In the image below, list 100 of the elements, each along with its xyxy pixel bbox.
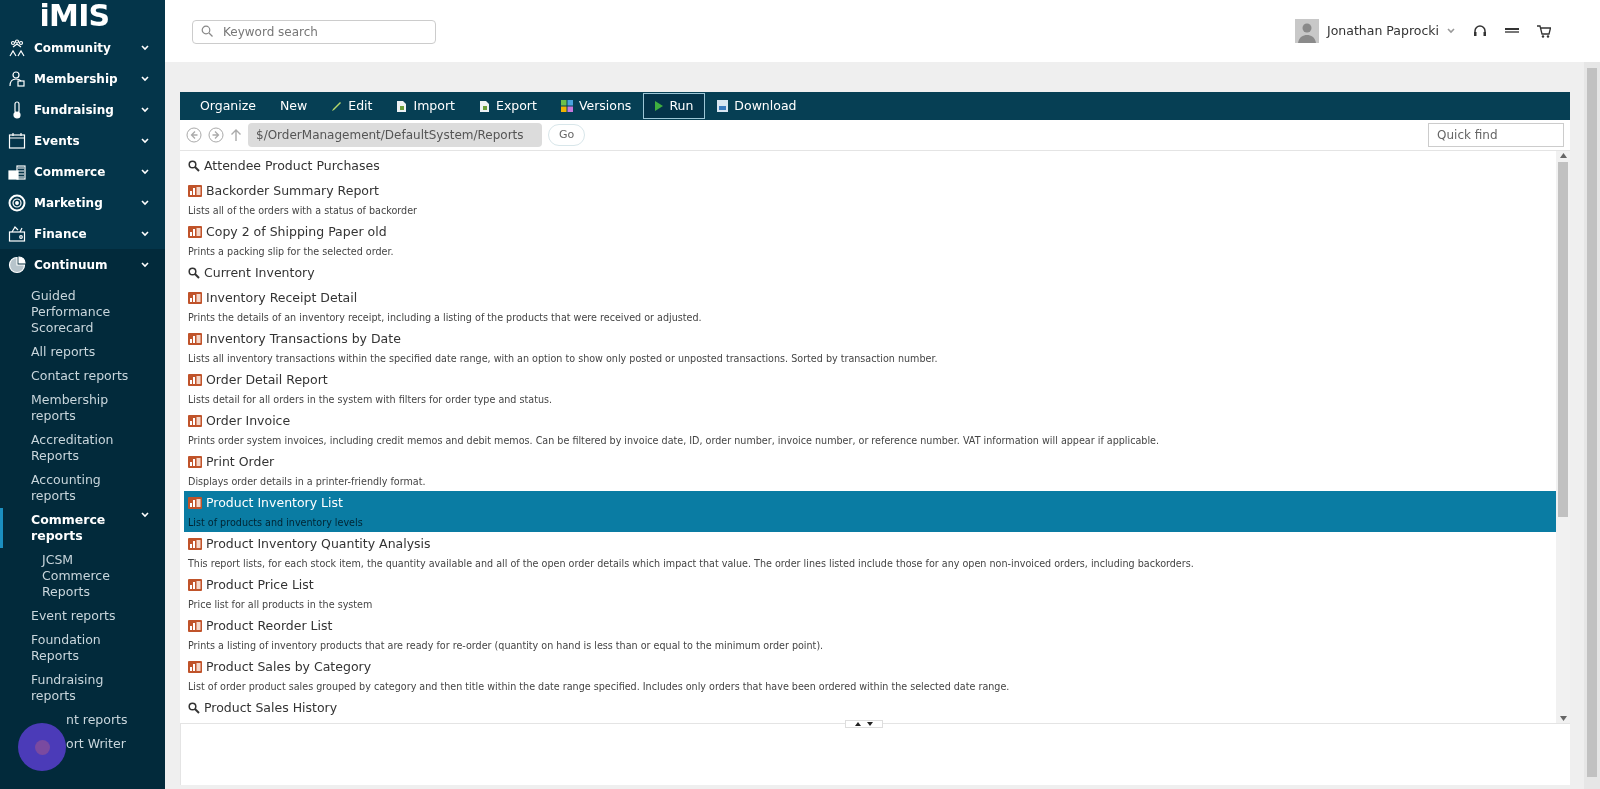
report-row[interactable]: Copy 2 of Shipping Paper old Prints a packing slip for the selected order.	[184, 220, 1556, 261]
nav-subitem[interactable]: Contact reports	[0, 364, 165, 388]
report-row[interactable]: Product Sales by Category List of order product sales grouped by category and then title within the date range specified. Includes only orders that have been ordered within the selected date range.	[184, 655, 1556, 696]
report-title: Product Inventory Quantity Analysis	[206, 534, 431, 553]
report-chart-icon	[188, 185, 202, 197]
toolbar-button[interactable]: Download	[705, 93, 809, 119]
report-row[interactable]: Product Inventory List List of products and inventory levels	[184, 491, 1556, 532]
scroll-up-icon[interactable]	[1559, 153, 1567, 158]
report-title: Current Inventory	[204, 263, 315, 282]
chevron-down-icon	[141, 168, 149, 175]
report-row[interactable]: Current Inventory	[184, 261, 1556, 286]
grid-icon	[560, 100, 573, 112]
report-title: Inventory Transactions by Date	[206, 329, 401, 348]
toolbar-button[interactable]: Run	[643, 93, 706, 119]
nav-subitem[interactable]: Guided Performance Scorecard	[0, 284, 165, 340]
report-title: Backorder Summary Report	[206, 181, 380, 200]
page-scrollbar[interactable]	[1584, 62, 1600, 789]
report-row[interactable]: Inventory Transactions by Date Lists all inventory transactions within the specified date range, with an option to show only posted or unposted transactions. Sorted by transaction number.	[184, 327, 1556, 368]
target-icon	[8, 193, 26, 212]
quick-find-field[interactable]: Quick find	[1428, 123, 1564, 147]
report-description: Lists detail for all orders in the system with filters for order type and status.	[188, 393, 554, 407]
nav-item[interactable]: Commerce	[0, 156, 165, 187]
report-chart-icon	[188, 579, 202, 591]
people-icon	[8, 38, 26, 57]
report-row[interactable]: Inventory Receipt Detail Prints the details of an inventory receipt, including a listing of the products that were received or adjusted.	[184, 286, 1556, 327]
nav-subitem[interactable]: Event reports	[0, 604, 165, 628]
report-description: Prints a packing slip for the selected order.	[188, 245, 395, 259]
report-title: Order Invoice	[206, 411, 291, 430]
pie-chart-icon	[8, 255, 26, 274]
scrollbar[interactable]	[1556, 151, 1570, 723]
report-description: Displays order details in a printer-friendly format.	[188, 475, 427, 489]
pencil-icon	[331, 100, 343, 112]
report-title: Order Detail Report	[206, 370, 328, 389]
nav-item[interactable]: Events	[0, 125, 165, 156]
nav-item[interactable]: Fundraising	[0, 94, 165, 125]
magnifier-icon	[188, 160, 200, 172]
scroll-down-icon[interactable]	[1559, 716, 1567, 721]
splitter-handle[interactable]	[845, 720, 883, 728]
toolbar-button[interactable]: Versions	[548, 93, 644, 119]
toolbar-button[interactable]: New	[268, 93, 320, 119]
chevron-down-icon	[141, 44, 149, 51]
nav-item[interactable]: Marketing	[0, 187, 165, 218]
report-chart-icon	[188, 374, 202, 386]
logo: iMIS	[38, 0, 111, 32]
nav-subitem[interactable]: nt reports	[0, 708, 165, 732]
path-field[interactable]: $/OrderManagement/DefaultSystem/Reports	[248, 123, 542, 147]
report-row[interactable]: Print Order Displays order details in a printer-friendly format.	[184, 450, 1556, 491]
play-icon	[655, 101, 664, 111]
document-icon	[479, 99, 490, 113]
report-row[interactable]: Product Reorder List Prints a listing of inventory products that are ready for re-order (quantity on hand is less than or equal to the minimum order point).	[184, 614, 1556, 655]
search-icon	[201, 25, 213, 37]
cart-icon[interactable]	[1537, 24, 1551, 38]
nav-subitem[interactable]: Commerce reports	[0, 508, 165, 548]
report-title: Product Sales History	[204, 698, 338, 717]
report-row[interactable]: Attendee Product Purchases	[184, 154, 1556, 179]
toolbar-button[interactable]: Organize	[188, 93, 268, 119]
nav-item[interactable]: Membership	[0, 63, 165, 94]
report-chart-icon	[188, 333, 202, 345]
report-chart-icon	[188, 497, 202, 509]
nav-subitem[interactable]: ort Writer	[0, 732, 165, 756]
nav-subitem[interactable]: Fundraising reports	[0, 668, 165, 708]
down-triangle-icon	[867, 722, 873, 726]
nav-subitem[interactable]: All reports	[0, 340, 165, 364]
search-field[interactable]: Keyword search	[192, 20, 436, 44]
toolbar-button[interactable]: Import	[384, 93, 467, 119]
report-title: Copy 2 of Shipping Paper old	[206, 222, 387, 241]
avatar-icon	[1295, 19, 1320, 43]
report-description: List of products and inventory levels	[188, 516, 364, 530]
report-row[interactable]: Order Detail Report Lists detail for all orders in the system with filters for order type and status.	[184, 368, 1556, 409]
report-chart-icon	[188, 620, 202, 632]
toolbar-button[interactable]: Edit	[319, 93, 385, 119]
nav-item[interactable]: Continuum	[0, 249, 165, 280]
report-description: Prints order system invoices, including credit memos and debit memos. Can be filtered by invoice date, ID, order number, invoice number, or reference number. VAT information will appear if applicable.	[188, 434, 1161, 448]
report-row[interactable]: Product Sales History	[184, 696, 1556, 721]
person-card-icon	[8, 69, 26, 88]
chevron-down-icon	[141, 261, 149, 268]
report-description: Lists all of the orders with a status of backorder	[188, 204, 418, 218]
nav-subitem[interactable]: Accounting reports	[0, 468, 165, 508]
magnifier-icon	[188, 267, 200, 279]
nav-subitem[interactable]: JCSM Commerce Reports	[0, 548, 165, 604]
page-scroll-thumb[interactable]	[1587, 68, 1597, 777]
nav-subitem[interactable]: Foundation Reports	[0, 628, 165, 668]
toolbar-button[interactable]: Export	[467, 93, 549, 119]
nav-item[interactable]: Community	[0, 32, 165, 63]
calendar-icon	[8, 131, 26, 150]
report-chart-icon	[188, 292, 202, 304]
scroll-thumb[interactable]	[1558, 162, 1568, 517]
chevron-down-icon	[141, 512, 149, 518]
chevron-down-icon	[141, 230, 149, 237]
report-row[interactable]: Backorder Summary Report Lists all of the orders with a status of backorder	[184, 179, 1556, 220]
report-row[interactable]: Product Price List Price list for all products in the system	[184, 573, 1556, 614]
document-icon	[396, 99, 408, 113]
nav-item[interactable]: Finance	[0, 218, 165, 249]
user-menu[interactable]: Jonathan Paprocki	[1295, 19, 1455, 43]
report-description: List of order product sales grouped by category and then title within the date range specified. Includes only orders that have been ordered within the selected date range.	[188, 680, 1011, 694]
report-title: Product Price List	[206, 575, 314, 594]
nav-subitem[interactable]: Accreditation Reports	[0, 428, 165, 468]
nav-subitem[interactable]: Membership reports	[0, 388, 165, 428]
headset-icon[interactable]	[1473, 24, 1487, 38]
wallet-icon	[8, 224, 26, 243]
